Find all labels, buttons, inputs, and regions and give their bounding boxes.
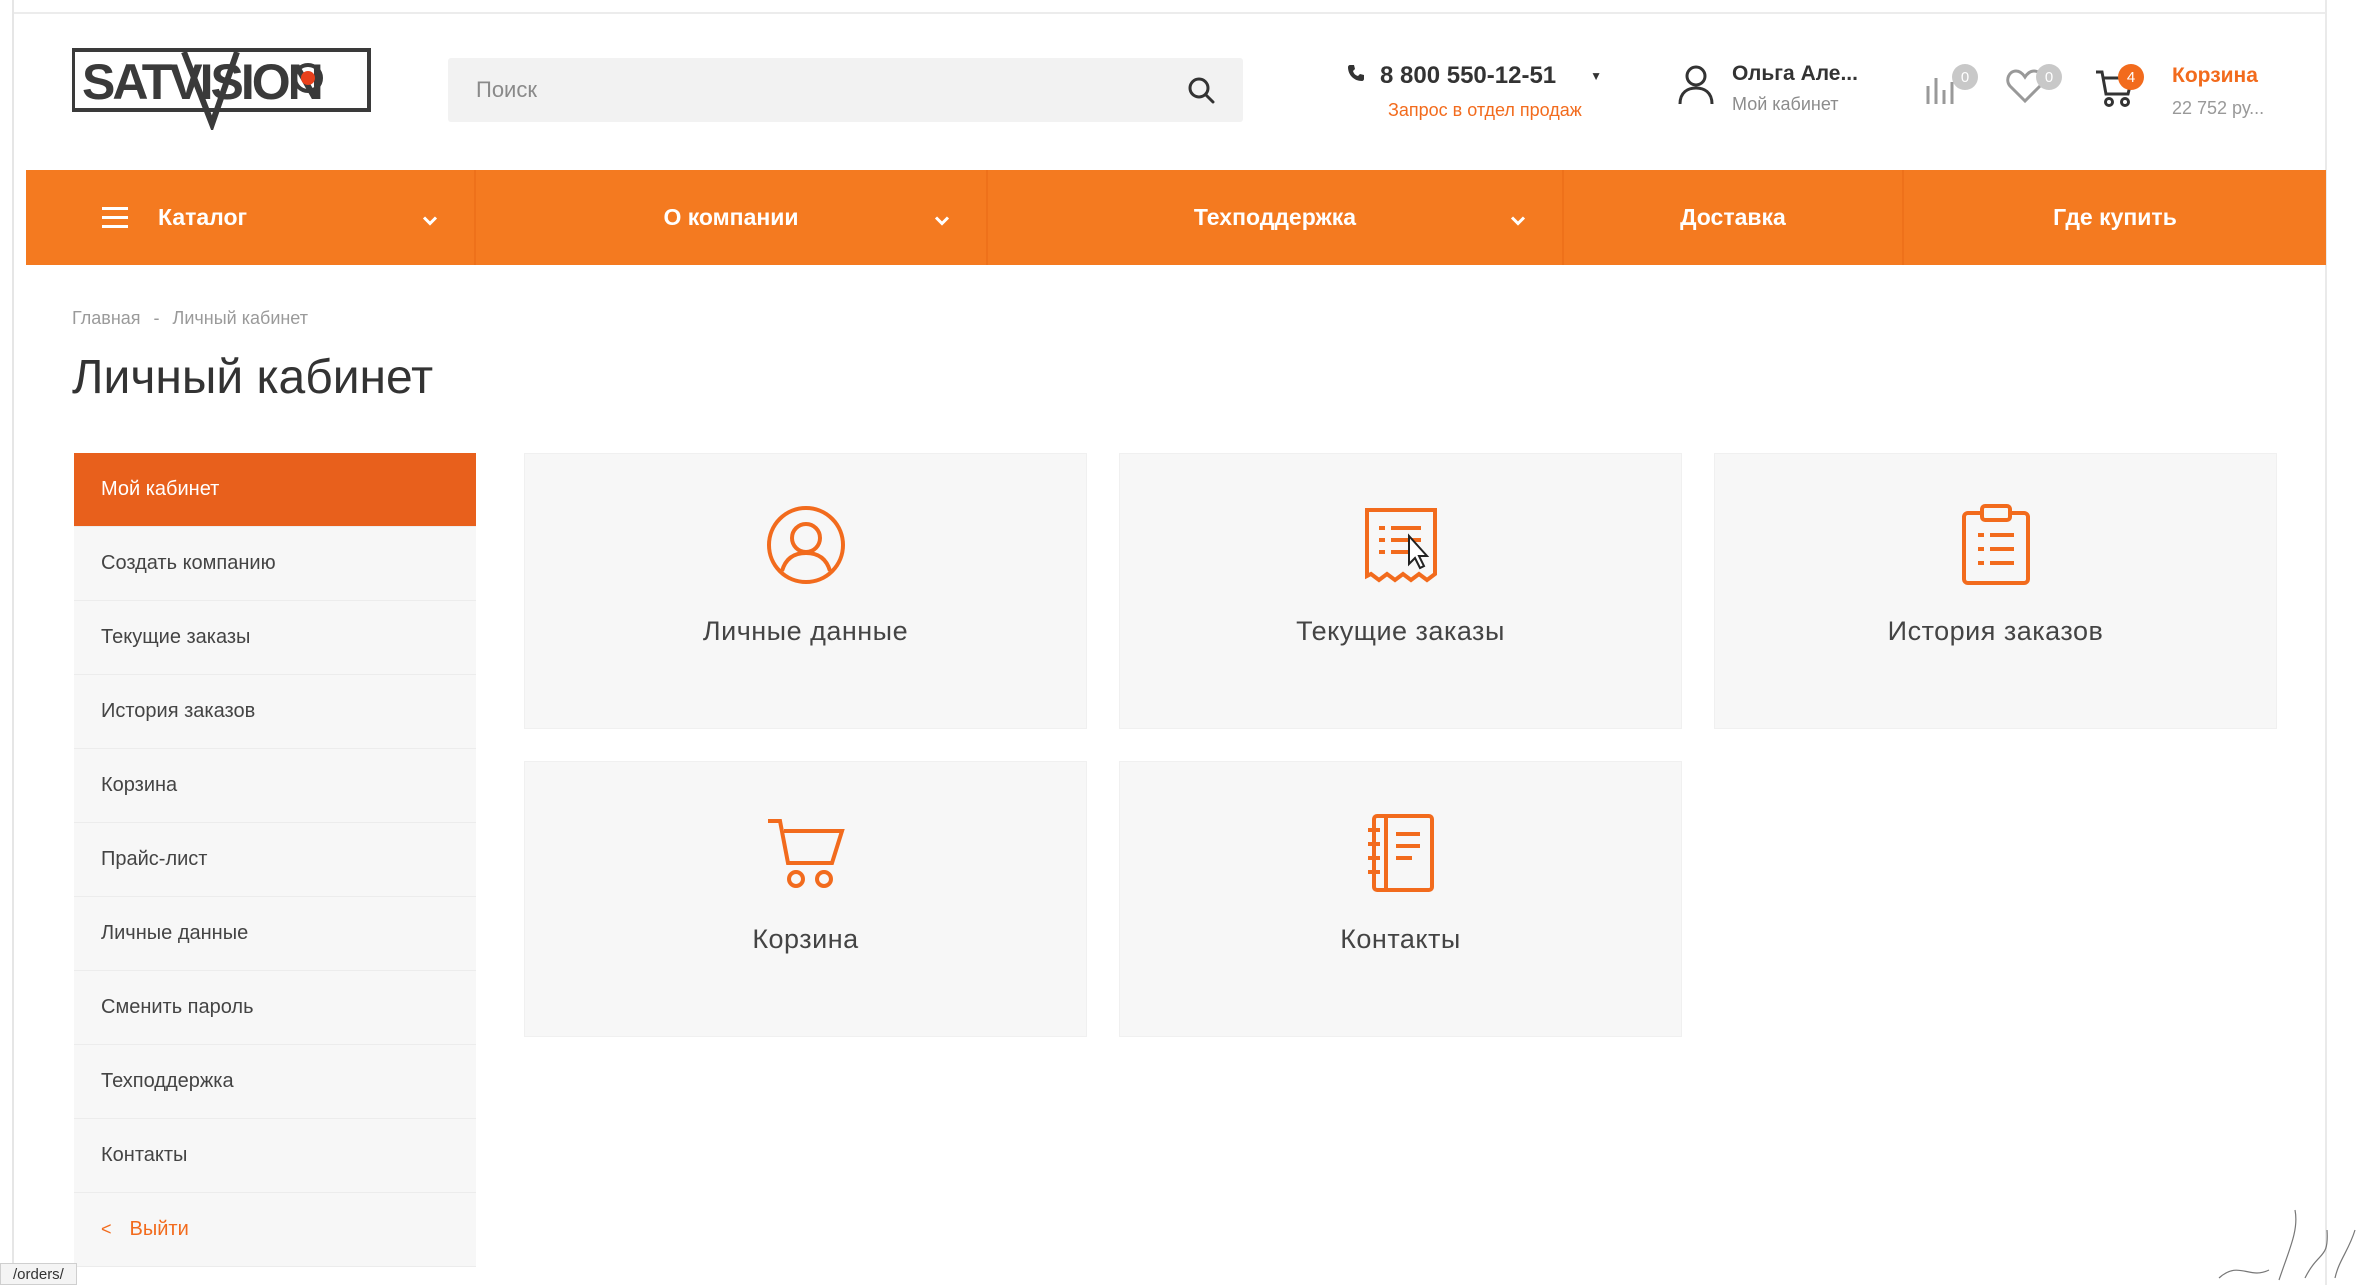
tile-personal-data-label: Личные данные	[702, 616, 909, 646]
tile-contacts[interactable]: Контакты	[1119, 761, 1682, 1037]
cart-label: Корзина	[2172, 64, 2258, 87]
cart-icon	[763, 810, 849, 896]
address-book-icon	[1358, 810, 1444, 896]
receipt-icon	[1358, 502, 1444, 588]
user-account[interactable]: Ольга Але... Мой кабинет	[1676, 62, 1858, 115]
cart-count-badge: 4	[2118, 64, 2144, 90]
tile-order-history[interactable]: История заказов	[1714, 453, 2277, 729]
tile-personal-data[interactable]: Личные данные	[524, 453, 1087, 729]
chevron-down-icon	[934, 204, 950, 231]
nav-catalog[interactable]: Каталог	[26, 170, 476, 265]
page-title: Личный кабинет	[72, 351, 434, 404]
menu-icon	[102, 207, 128, 228]
user-name: Ольга Але...	[1732, 62, 1858, 85]
nav-where-to-buy-label: Где купить	[2053, 204, 2177, 230]
compare-button[interactable]: 0	[1922, 64, 1978, 116]
nav-delivery[interactable]: Доставка	[1564, 170, 1904, 265]
main-nav: Каталог О компании Техподдержка Доставка…	[26, 170, 2326, 265]
sidebar-item-contacts[interactable]: Контакты	[74, 1119, 476, 1193]
site-logo[interactable]: SATVISION	[71, 44, 372, 133]
sidebar-item-current-orders[interactable]: Текущие заказы	[74, 601, 476, 675]
tile-cart[interactable]: Корзина	[524, 761, 1087, 1037]
favorites-button[interactable]: 0	[2006, 64, 2062, 118]
window-left-edge	[0, 0, 14, 1285]
breadcrumb-current: Личный кабинет	[172, 308, 308, 328]
browser-page: SATVISION 8 800 550-12-51 ▼ Запрос в отд…	[0, 0, 2359, 1285]
search-input[interactable]	[448, 77, 1181, 103]
search-icon[interactable]	[1181, 70, 1221, 110]
sidebar-item-change-password[interactable]: Сменить пароль	[74, 971, 476, 1045]
sidebar-item-personal-data[interactable]: Личные данные	[74, 897, 476, 971]
user-circle-icon	[763, 502, 849, 588]
compare-icon	[1922, 78, 1962, 110]
chevron-left-icon: <	[101, 1219, 112, 1239]
breadcrumb-home[interactable]: Главная	[72, 308, 141, 328]
nav-company[interactable]: О компании	[476, 170, 988, 265]
cart-icon	[2094, 70, 2136, 112]
sales-request-link[interactable]: Запрос в отдел продаж	[1388, 100, 1602, 121]
sidebar-item-cart[interactable]: Корзина	[74, 749, 476, 823]
breadcrumb: Главная - Личный кабинет	[72, 308, 316, 329]
compare-count-badge: 0	[1952, 64, 1978, 90]
pen-scribble-decoration	[2218, 1209, 2356, 1281]
breadcrumb-separator: -	[153, 308, 160, 328]
sidebar-item-price-list[interactable]: Прайс-лист	[74, 823, 476, 897]
chevron-down-icon	[1510, 204, 1526, 231]
cart-sum: 22 752 ру...	[2172, 98, 2265, 118]
user-icon	[1676, 62, 1716, 111]
chevron-down-icon[interactable]: ▼	[1590, 69, 1602, 83]
user-cabinet-link: Мой кабинет	[1732, 94, 1839, 114]
nav-support-label: Техподдержка	[1193, 204, 1357, 230]
phone-number[interactable]: 8 800 550-12-51	[1380, 62, 1556, 90]
cart-summary[interactable]: Корзина 22 752 ру...	[2172, 64, 2264, 119]
sidebar-item-my-cabinet[interactable]: Мой кабинет	[74, 453, 476, 527]
sidebar-item-support[interactable]: Техподдержка	[74, 1045, 476, 1119]
phone-block: 8 800 550-12-51 ▼ Запрос в отдел продаж	[1346, 62, 1602, 121]
logout-link[interactable]: < Выйти	[74, 1193, 476, 1267]
tile-cart-label: Корзина	[752, 924, 859, 954]
heart-icon	[2006, 69, 2044, 108]
tile-current-orders[interactable]: Текущие заказы	[1119, 453, 1682, 729]
nav-delivery-label: Доставка	[1680, 204, 1786, 230]
favorites-count-badge: 0	[2036, 64, 2062, 90]
search-bar	[448, 58, 1243, 122]
cart-button[interactable]: 4	[2094, 64, 2144, 116]
nav-support[interactable]: Техподдержка	[988, 170, 1564, 265]
clipboard-list-icon	[1953, 502, 2039, 588]
logout-label: Выйти	[129, 1218, 189, 1240]
window-top-edge	[0, 0, 2359, 14]
status-bar-url: /orders/	[0, 1263, 77, 1285]
tile-order-history-label: История заказов	[1887, 616, 2104, 646]
account-sidebar: Мой кабинет Создать компанию Текущие зак…	[74, 453, 476, 1267]
tile-current-orders-label: Текущие заказы	[1296, 616, 1505, 646]
phone-icon	[1346, 62, 1366, 90]
window-right-edge	[2325, 0, 2359, 1285]
nav-where-to-buy[interactable]: Где купить	[1904, 170, 2326, 265]
chevron-down-icon	[422, 204, 438, 231]
nav-catalog-label: Каталог	[158, 204, 248, 230]
tile-contacts-label: Контакты	[1340, 924, 1461, 954]
sidebar-item-create-company[interactable]: Создать компанию	[74, 527, 476, 601]
nav-company-label: О компании	[663, 204, 799, 230]
sidebar-item-order-history[interactable]: История заказов	[74, 675, 476, 749]
